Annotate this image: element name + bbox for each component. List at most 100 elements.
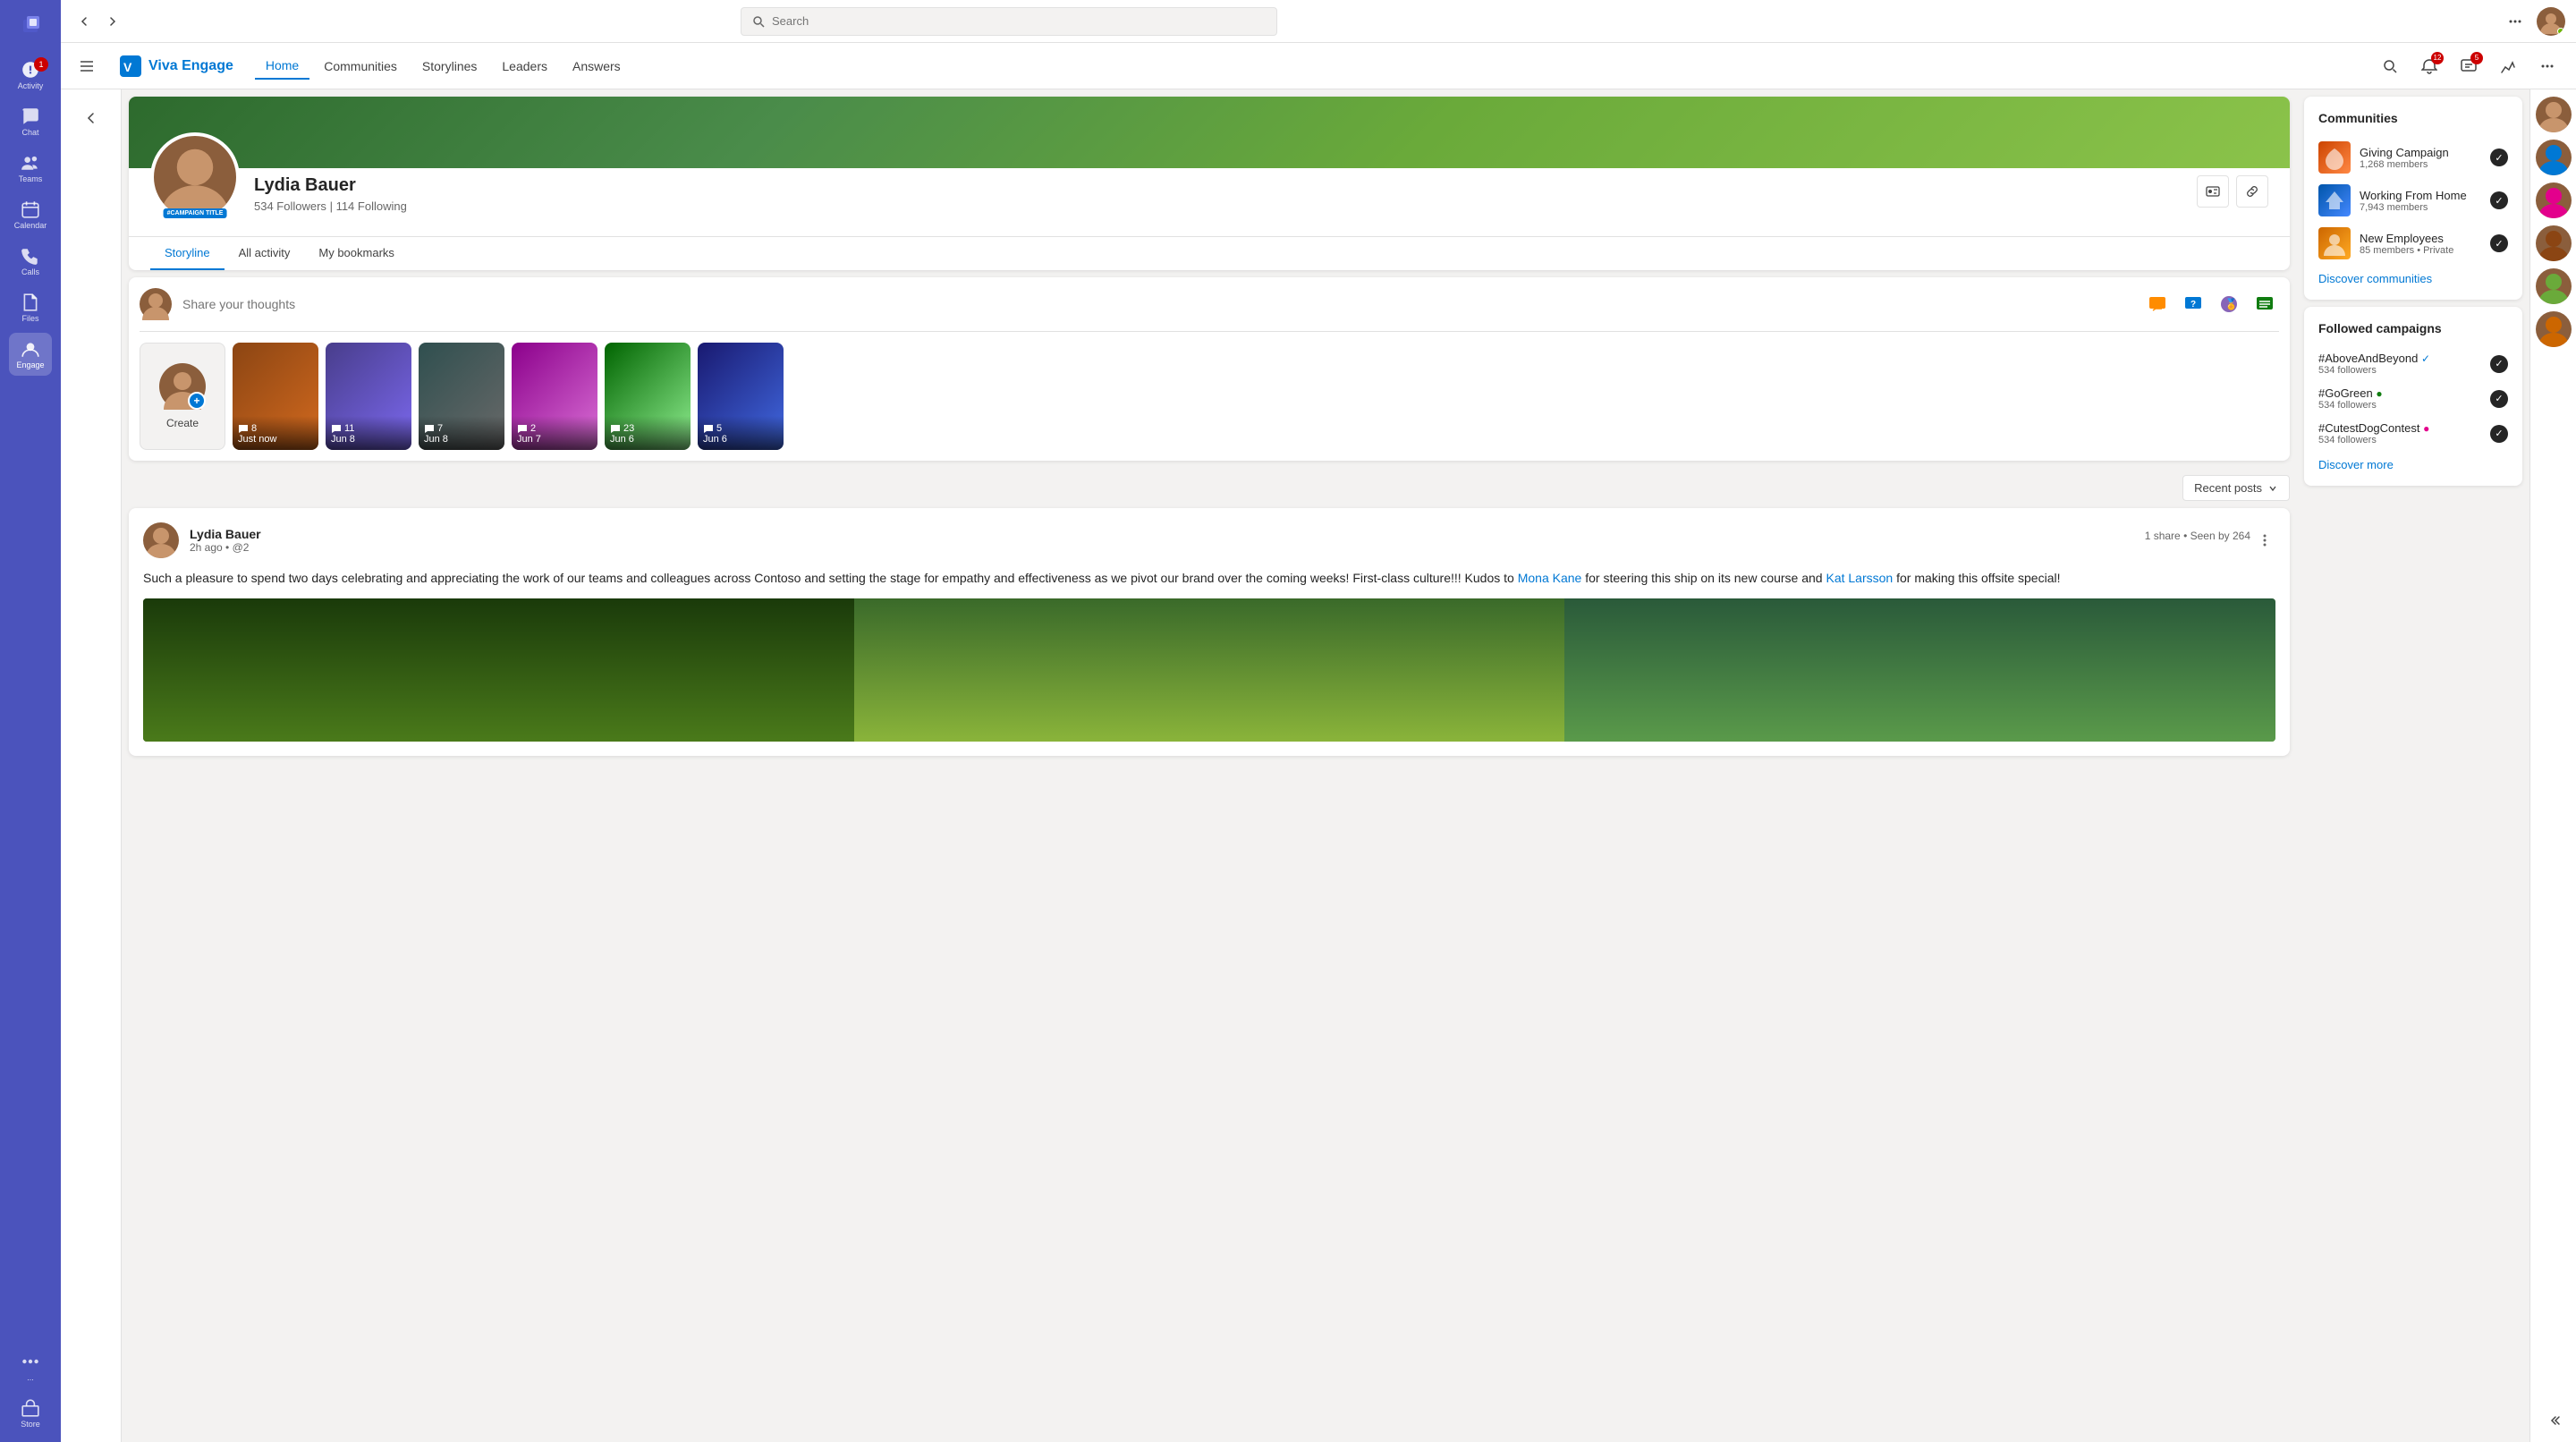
share-list-button[interactable] bbox=[2250, 290, 2279, 318]
campaign-info-beyond: #AboveAndBeyond ✓ 534 followers bbox=[2318, 352, 2483, 376]
far-right-avatar-2[interactable] bbox=[2536, 140, 2572, 175]
campaign-name-dog[interactable]: #CutestDogContest ● bbox=[2318, 421, 2483, 435]
far-right-avatar-1[interactable] bbox=[2536, 97, 2572, 132]
story-thumb-6[interactable]: 5 Jun 6 bbox=[698, 343, 784, 450]
community-meta-newempl: 85 members • Private bbox=[2360, 245, 2481, 256]
story-comments-3: 7 bbox=[424, 423, 499, 434]
community-avatar-giving[interactable] bbox=[2318, 141, 2351, 174]
nav-leaders[interactable]: Leaders bbox=[491, 54, 558, 79]
sidebar-item-files[interactable]: Files bbox=[9, 286, 52, 329]
story-thumb-5[interactable]: 23 Jun 6 bbox=[605, 343, 691, 450]
more-options-button[interactable] bbox=[2501, 7, 2529, 36]
story-comments-4: 2 bbox=[517, 423, 592, 434]
community-info-giving: Giving Campaign 1,268 members bbox=[2360, 146, 2481, 170]
message-button[interactable]: 5 bbox=[2454, 52, 2483, 81]
user-avatar[interactable] bbox=[2537, 7, 2565, 36]
share-avatar bbox=[140, 288, 172, 320]
following-count[interactable]: 114 Following bbox=[336, 199, 407, 213]
communities-title: Communities bbox=[2318, 111, 2508, 125]
campaign-info-green: #GoGreen ● 534 followers bbox=[2318, 386, 2483, 411]
collapse-panel-button[interactable] bbox=[2539, 1406, 2568, 1435]
story-thumb-3[interactable]: 7 Jun 8 bbox=[419, 343, 504, 450]
story-comments-2: 11 bbox=[331, 423, 406, 434]
post-author-avatar[interactable] bbox=[143, 522, 179, 558]
more-button[interactable] bbox=[2533, 52, 2562, 81]
sidebar-item-engage[interactable]: Engage bbox=[9, 333, 52, 376]
create-avatar: + bbox=[159, 363, 206, 410]
sidebar-item-store[interactable]: Store bbox=[9, 1392, 52, 1435]
forward-button[interactable] bbox=[100, 9, 125, 34]
community-name-giving[interactable]: Giving Campaign bbox=[2360, 146, 2481, 159]
post-more-button[interactable] bbox=[2254, 530, 2275, 551]
back-panel-button[interactable] bbox=[70, 97, 113, 140]
share-input[interactable] bbox=[182, 297, 2132, 311]
community-name-newempl[interactable]: New Employees bbox=[2360, 232, 2481, 245]
community-avatar-newempl[interactable] bbox=[2318, 227, 2351, 259]
viva-engage-brand: V Viva Engage bbox=[120, 55, 233, 77]
sidebar-item-activity[interactable]: 1 Activity bbox=[9, 54, 52, 97]
followers-count[interactable]: 534 Followers bbox=[254, 199, 326, 213]
post-meta: 2h ago • @2 bbox=[190, 541, 261, 554]
nav-communities[interactable]: Communities bbox=[313, 54, 408, 79]
far-right-avatar-6[interactable] bbox=[2536, 311, 2572, 347]
analytics-button[interactable] bbox=[2494, 52, 2522, 81]
story-thumb-2[interactable]: 11 Jun 8 bbox=[326, 343, 411, 450]
post-link-mona[interactable]: Mona Kane bbox=[1518, 571, 1582, 585]
story-thumb-4[interactable]: 2 Jun 7 bbox=[512, 343, 597, 450]
tab-storyline[interactable]: Storyline bbox=[150, 237, 225, 270]
campaign-check-green: ✓ bbox=[2490, 390, 2508, 408]
hamburger-button[interactable] bbox=[75, 43, 98, 89]
profile-name: Lydia Bauer bbox=[254, 175, 2182, 196]
far-right-avatar-4[interactable] bbox=[2536, 225, 2572, 261]
tab-bookmarks[interactable]: My bookmarks bbox=[304, 237, 409, 270]
far-right-avatar-3[interactable] bbox=[2536, 182, 2572, 218]
community-wfh: Working From Home 7,943 members ✓ bbox=[2318, 179, 2508, 222]
community-meta-giving: 1,268 members bbox=[2360, 159, 2481, 170]
share-question-button[interactable]: ? bbox=[2179, 290, 2207, 318]
share-chat-button[interactable] bbox=[2143, 290, 2172, 318]
story-comments-6: 5 bbox=[703, 423, 778, 434]
search-button[interactable] bbox=[2376, 52, 2404, 81]
sidebar-item-calendar[interactable]: Calendar bbox=[9, 193, 52, 236]
story-overlay-3: 7 Jun 8 bbox=[419, 416, 504, 450]
svg-text:?: ? bbox=[2190, 300, 2196, 310]
community-name-wfh[interactable]: Working From Home bbox=[2360, 189, 2481, 202]
nav-storylines[interactable]: Storylines bbox=[411, 54, 487, 79]
community-avatar-wfh[interactable] bbox=[2318, 184, 2351, 216]
right-sidebar: Communities Giving Campaign 1,268 member… bbox=[2297, 89, 2529, 1442]
top-bar bbox=[61, 0, 2576, 43]
discover-more-link[interactable]: Discover more bbox=[2318, 458, 2508, 471]
back-button[interactable] bbox=[72, 9, 97, 34]
sidebar-item-teams[interactable]: Teams bbox=[9, 147, 52, 190]
campaign-check-beyond: ✓ bbox=[2490, 355, 2508, 373]
cover-image bbox=[129, 97, 2290, 168]
profile-avatar-container: #CAMPAIGN TITLE bbox=[150, 132, 240, 222]
story-comments-1: 8 bbox=[238, 423, 313, 434]
svg-text:🏅: 🏅 bbox=[2224, 298, 2238, 310]
recent-posts-button[interactable]: Recent posts bbox=[2182, 475, 2290, 501]
sidebar-item-more[interactable]: ... bbox=[9, 1345, 52, 1388]
share-box: ? 🏅 bbox=[140, 288, 2279, 332]
share-praise-button[interactable]: 🏅 bbox=[2215, 290, 2243, 318]
campaign-green: #GoGreen ● 534 followers ✓ bbox=[2318, 381, 2508, 416]
search-input[interactable] bbox=[772, 14, 1266, 28]
nav-home[interactable]: Home bbox=[255, 53, 309, 80]
story-thumb-1[interactable]: 8 Just now bbox=[233, 343, 318, 450]
story-create[interactable]: + Create bbox=[140, 343, 225, 450]
profile-link-button[interactable] bbox=[2236, 175, 2268, 208]
campaign-name-green[interactable]: #GoGreen ● bbox=[2318, 386, 2483, 400]
sidebar-item-chat[interactable]: Chat bbox=[9, 100, 52, 143]
campaign-name-beyond[interactable]: #AboveAndBeyond ✓ bbox=[2318, 352, 2483, 365]
story-thumbnails: + Create 8 bbox=[140, 343, 2279, 450]
profile-card-button[interactable] bbox=[2197, 175, 2229, 208]
post-header: Lydia Bauer 2h ago • @2 1 share • Seen b… bbox=[143, 522, 2275, 558]
sidebar-item-calls[interactable]: Calls bbox=[9, 240, 52, 283]
far-right-avatar-5[interactable] bbox=[2536, 268, 2572, 304]
notification-badge: 12 bbox=[2431, 52, 2444, 64]
nav-answers[interactable]: Answers bbox=[562, 54, 631, 79]
discover-communities-link[interactable]: Discover communities bbox=[2318, 272, 2508, 285]
post-link-kat[interactable]: Kat Larsson bbox=[1826, 571, 1893, 585]
notification-button[interactable]: 12 bbox=[2415, 52, 2444, 81]
activity-badge: 1 bbox=[34, 57, 48, 72]
tab-all-activity[interactable]: All activity bbox=[225, 237, 305, 270]
